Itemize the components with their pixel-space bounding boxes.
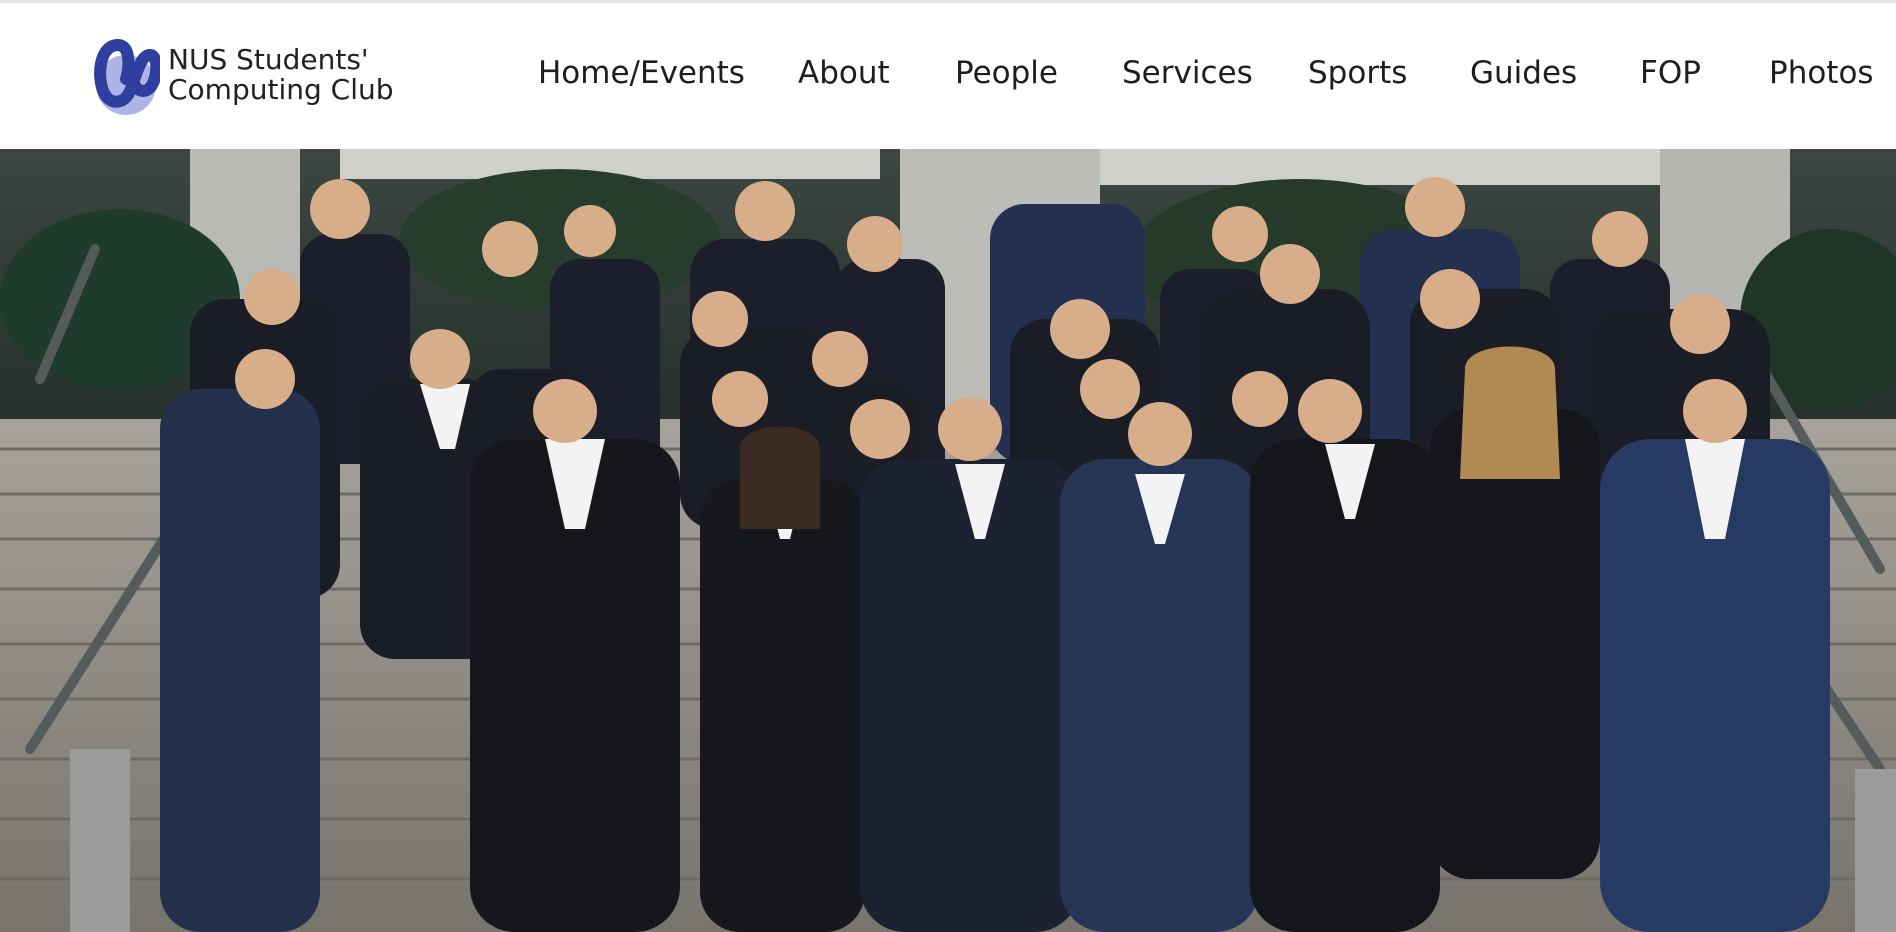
nav-item-services[interactable]: Services [1122,55,1253,91]
nav-item-about[interactable]: About [798,55,890,91]
main-nav: Home/Events About People Services Sports… [0,55,1896,99]
rail-post-right [1855,769,1896,932]
site-header: NUS Students' Computing Club Home/Events… [0,3,1896,149]
nav-item-people[interactable]: People [955,55,1058,91]
nav-item-guides[interactable]: Guides [1470,55,1577,91]
nav-item-sports[interactable]: Sports [1308,55,1407,91]
nav-item-fop[interactable]: FOP [1640,55,1701,91]
nav-item-home-events[interactable]: Home/Events [538,55,745,91]
rail-post-left [70,749,130,932]
nav-item-photos[interactable]: Photos [1769,55,1874,91]
ceiling-right [1100,149,1660,185]
hero-group-photo [0,149,1896,932]
group-photo-image [0,149,1896,932]
